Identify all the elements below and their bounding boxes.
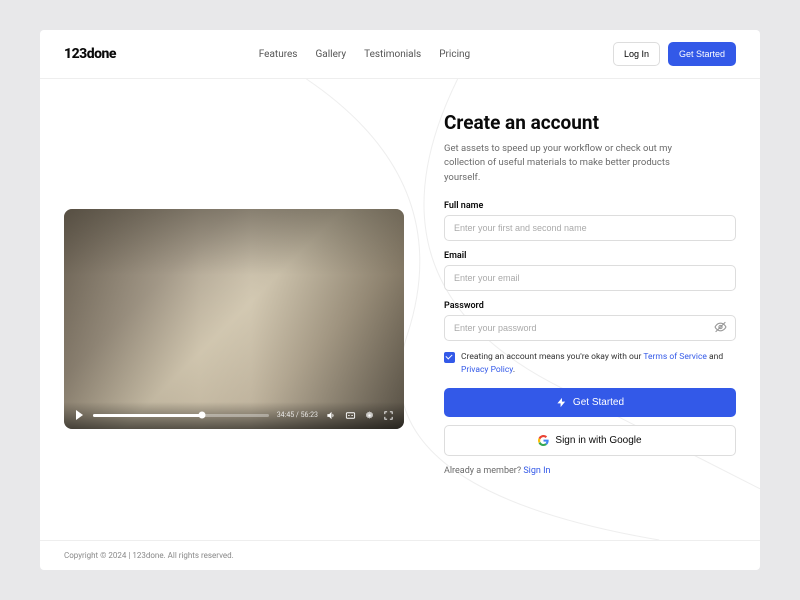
media-column: 34:45 / 56:23 (64, 107, 404, 530)
terms-checkbox[interactable] (444, 352, 455, 363)
main-nav: Features Gallery Testimonials Pricing (259, 49, 470, 60)
main-content: 34:45 / 56:23 Create an acc (40, 79, 760, 540)
play-icon (76, 410, 83, 420)
video-thumbnail (64, 209, 404, 429)
eye-off-icon (714, 320, 727, 333)
google-signin-button[interactable]: Sign in with Google (444, 425, 736, 456)
signup-form-column: Create an account Get assets to speed up… (444, 107, 736, 530)
fullname-input[interactable] (444, 215, 736, 241)
privacy-link[interactable]: Privacy Policy (461, 365, 513, 375)
password-input[interactable] (444, 315, 736, 341)
volume-icon (326, 410, 337, 421)
email-label: Email (444, 251, 736, 261)
settings-icon (364, 410, 375, 421)
toggle-password-button[interactable] (714, 318, 727, 337)
password-field: Password (444, 301, 736, 341)
video-progress-bar[interactable] (93, 414, 269, 417)
google-icon (538, 435, 549, 446)
captions-button[interactable] (345, 410, 356, 421)
nav-testimonials[interactable]: Testimonials (364, 49, 421, 60)
password-label: Password (444, 301, 736, 311)
terms-text: Creating an account means you're okay wi… (461, 351, 736, 377)
video-progress-fill (93, 414, 202, 417)
footer: Copyright © 2024 | 123done. All rights r… (40, 540, 760, 570)
copyright: Copyright © 2024 | 123done. All rights r… (64, 551, 234, 560)
login-button[interactable]: Log In (613, 42, 660, 66)
nav-features[interactable]: Features (259, 49, 298, 60)
settings-button[interactable] (364, 410, 375, 421)
video-controls: 34:45 / 56:23 (64, 402, 404, 429)
page: 123done Features Gallery Testimonials Pr… (40, 30, 760, 570)
fullscreen-button[interactable] (383, 410, 394, 421)
play-button[interactable] (74, 410, 85, 421)
header-actions: Log In Get Started (613, 42, 736, 66)
fullname-field: Full name (444, 201, 736, 241)
get-started-button[interactable]: Get Started (668, 42, 736, 66)
nav-pricing[interactable]: Pricing (439, 49, 470, 60)
already-member: Already a member? Sign In (444, 466, 736, 476)
page-subtitle: Get assets to speed up your workflow or … (444, 142, 704, 185)
video-player[interactable]: 34:45 / 56:23 (64, 209, 404, 429)
fullscreen-icon (383, 410, 394, 421)
captions-icon (345, 410, 356, 421)
fullname-label: Full name (444, 201, 736, 211)
terms-row: Creating an account means you're okay wi… (444, 351, 736, 377)
email-input[interactable] (444, 265, 736, 291)
header: 123done Features Gallery Testimonials Pr… (40, 30, 760, 79)
brand-logo[interactable]: 123done (64, 46, 116, 62)
submit-button[interactable]: Get Started (444, 388, 736, 417)
lightning-icon (556, 397, 567, 408)
video-time: 34:45 / 56:23 (277, 411, 318, 419)
nav-gallery[interactable]: Gallery (315, 49, 346, 60)
page-title: Create an account (444, 111, 736, 134)
email-field: Email (444, 251, 736, 291)
signin-link[interactable]: Sign In (523, 466, 550, 476)
volume-button[interactable] (326, 410, 337, 421)
video-progress-handle[interactable] (198, 412, 205, 419)
tos-link[interactable]: Terms of Service (643, 352, 707, 362)
